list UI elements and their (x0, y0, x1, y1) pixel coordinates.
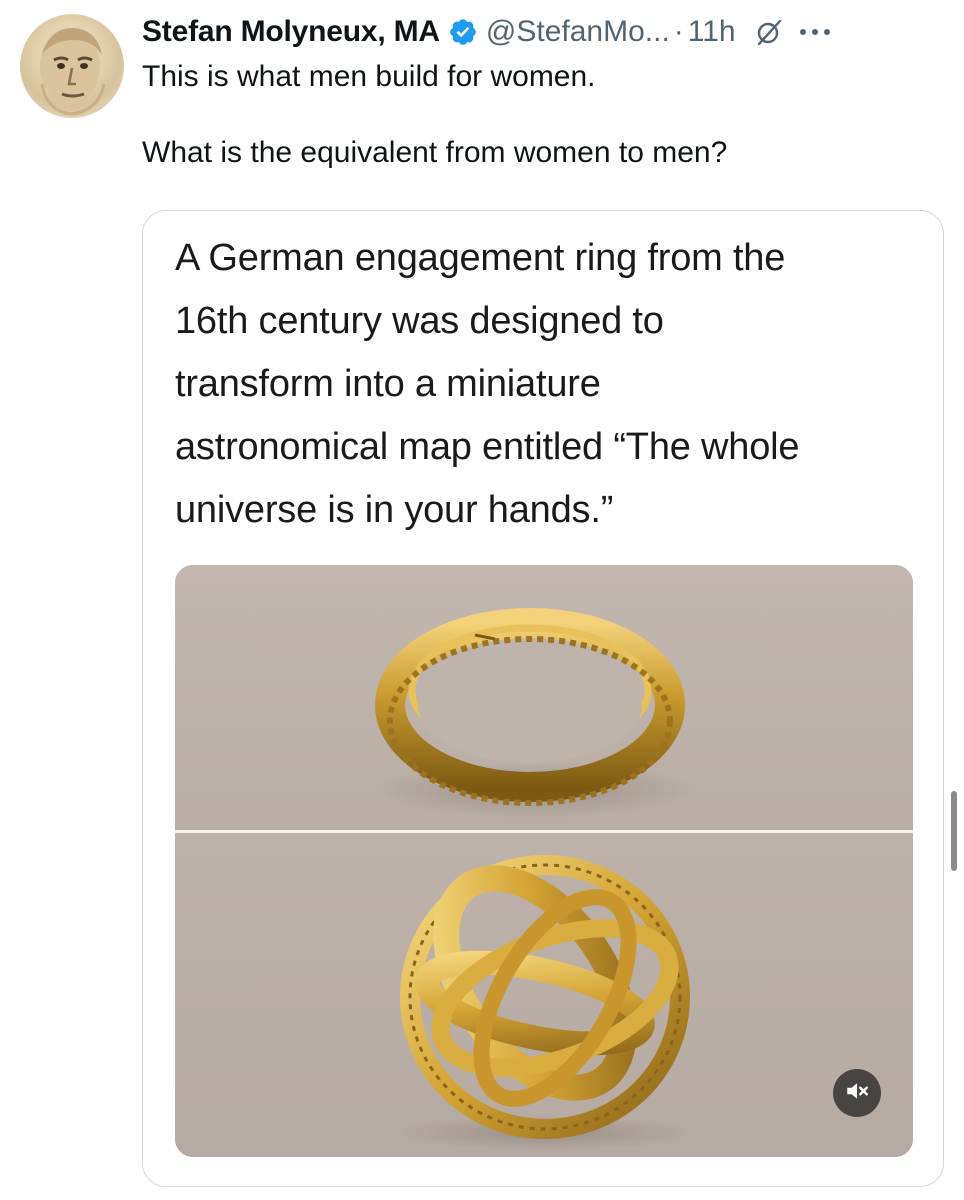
open-ring-photo (175, 833, 913, 1157)
media-caption: A German engagement ring from the 16th c… (175, 227, 915, 542)
caption-line: A German engagement ring from the (175, 237, 786, 279)
closed-ring-photo (175, 565, 913, 830)
author-display-name[interactable]: Stefan Molyneux, MA (142, 15, 440, 49)
tweet-media-card[interactable]: A German engagement ring from the 16th c… (142, 210, 944, 1187)
tweet-header: Stefan Molyneux, MA @StefanMo... · 11h (142, 12, 942, 52)
caption-line: transform into a miniature (175, 363, 601, 405)
caption-line: universe is in your hands.” (175, 489, 614, 531)
more-options-icon[interactable] (798, 17, 832, 47)
tweet-text-line: This is what men build for women. (142, 60, 596, 93)
grok-icon[interactable] (754, 17, 784, 47)
mute-button[interactable] (833, 1069, 881, 1117)
tweet: Stefan Molyneux, MA @StefanMo... · 11h T… (142, 12, 942, 172)
scrollbar-thumb[interactable] (951, 791, 957, 871)
separator-dot: · (673, 15, 684, 48)
author-handle[interactable]: @StefanMo... (486, 15, 670, 49)
caption-line: 16th century was designed to (175, 300, 664, 342)
caption-line: astronomical map entitled “The whole (175, 426, 800, 468)
speaker-muted-icon (844, 1078, 870, 1109)
tweet-timestamp[interactable]: 11h (688, 15, 736, 49)
tweet-text-line: What is the equivalent from women to men… (142, 136, 728, 169)
author-avatar[interactable] (20, 14, 124, 118)
ring-photo[interactable] (175, 565, 913, 1157)
verified-badge-icon[interactable] (448, 17, 478, 47)
